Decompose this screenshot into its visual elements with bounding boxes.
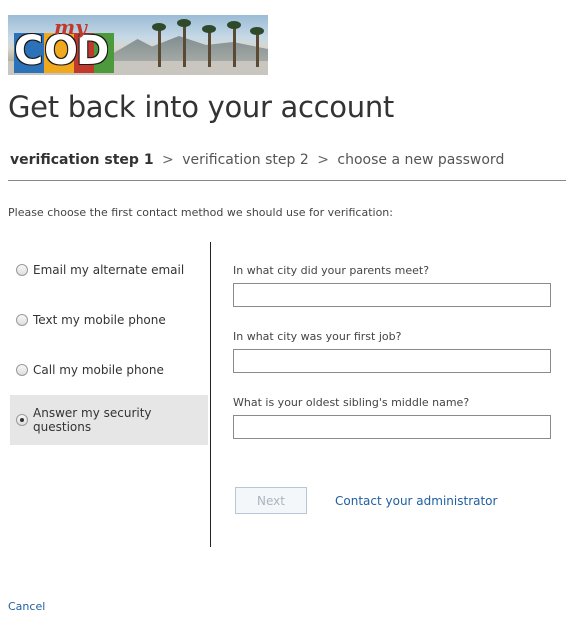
- step-3: choose a new password: [337, 152, 505, 168]
- security-questions-form: In what city did your parents meet? In w…: [233, 264, 553, 462]
- mycod-logo: C O D my: [8, 15, 116, 75]
- question-label: In what city was your first job?: [233, 330, 402, 343]
- palm-tree: [250, 27, 264, 67]
- method-label: Email my alternate email: [33, 263, 185, 277]
- answer-field-2[interactable]: [233, 349, 551, 373]
- palm-tree: [227, 21, 241, 67]
- question-label: What is your oldest sibling's middle nam…: [233, 396, 470, 409]
- contact-method-list: Email my alternate email Text my mobile …: [10, 245, 208, 445]
- palm-tree: [202, 25, 216, 67]
- radio-button[interactable]: [16, 264, 28, 276]
- radio-button[interactable]: [16, 364, 28, 376]
- step-separator: >: [162, 152, 174, 168]
- cancel-link[interactable]: Cancel: [8, 600, 45, 613]
- verification-prompt: Please choose the first contact method w…: [8, 206, 393, 219]
- page-title: Get back into your account: [8, 90, 394, 124]
- answer-field-3[interactable]: [233, 415, 551, 439]
- logo-prefix: my: [54, 15, 87, 39]
- method-text[interactable]: Text my mobile phone: [10, 295, 208, 345]
- palm-tree: [177, 19, 191, 67]
- method-label: Text my mobile phone: [33, 313, 166, 327]
- step-2: verification step 2: [182, 152, 309, 168]
- radio-button-selected[interactable]: [16, 414, 28, 426]
- question-label: In what city did your parents meet?: [233, 264, 430, 277]
- step-breadcrumb: verification step 1 > verification step …: [10, 152, 504, 168]
- step-1: verification step 1: [10, 152, 154, 168]
- answer-field-1[interactable]: [233, 283, 551, 307]
- method-call[interactable]: Call my mobile phone: [10, 345, 208, 395]
- method-email[interactable]: Email my alternate email: [10, 245, 208, 295]
- method-label: Answer my security questions: [33, 406, 152, 434]
- vertical-divider: [210, 242, 211, 547]
- divider: [8, 180, 566, 181]
- method-label: Call my mobile phone: [33, 363, 164, 377]
- next-button[interactable]: Next: [235, 487, 307, 514]
- logo-letter-c: C: [14, 28, 44, 74]
- palm-tree: [152, 23, 166, 67]
- radio-button[interactable]: [16, 314, 28, 326]
- step-separator: >: [317, 152, 329, 168]
- contact-admin-link[interactable]: Contact your administrator: [335, 494, 497, 508]
- method-security-questions[interactable]: Answer my security questions: [10, 395, 208, 445]
